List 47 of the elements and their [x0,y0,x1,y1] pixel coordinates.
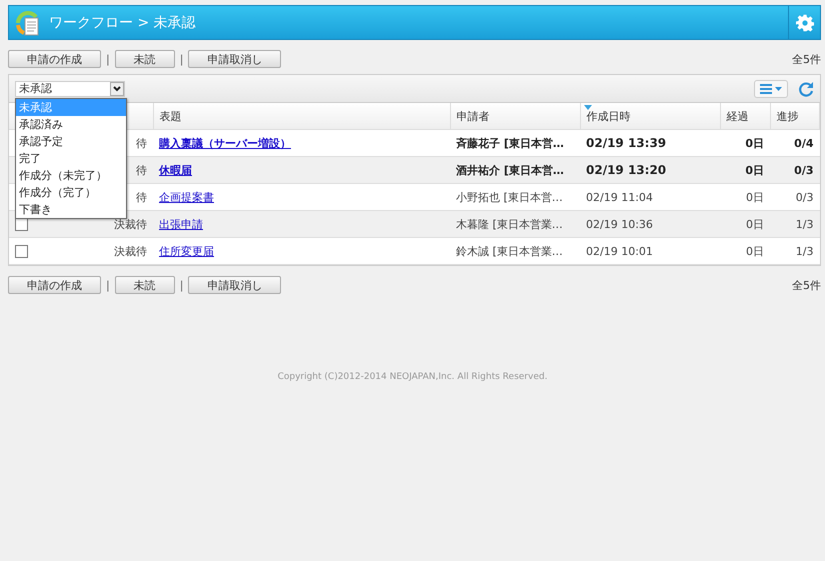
dropdown-option[interactable]: 承認予定 [16,133,126,150]
column-header[interactable]: 進捗 [770,103,820,130]
action-button[interactable]: 未読 [114,50,175,68]
settings-icon [796,14,814,32]
dropdown-option[interactable]: 承認済み [16,116,126,133]
dropdown-option[interactable]: 作成分（完了） [16,184,126,201]
separator: | [106,278,110,292]
action-button[interactable]: 申請取消し [188,276,282,294]
status-cell: 決裁待 [114,218,147,230]
caret-icon [775,86,782,90]
row-checkbox[interactable] [15,244,28,258]
list-icon [760,84,772,94]
status-cell: 待 [136,164,147,176]
column-header[interactable]: 作成日時 [580,103,720,130]
status-cell: 待 [136,136,147,150]
column-header[interactable]: 申請者 [450,103,580,130]
total-count: 全5件 [792,52,821,66]
dropdown-option[interactable]: 下書き [16,201,126,218]
separator: | [180,278,184,292]
status-cell: 待 [136,190,147,204]
title-link[interactable]: 出張申請 [159,218,203,230]
column-header[interactable]: 経過 [720,103,770,130]
workflow-logo-icon [15,8,41,36]
copyright-text: Copyright (C)2012-2014 NEOJAPAN,Inc. All Rights Reserved. [278,372,548,382]
dropdown-option[interactable]: 完了 [16,150,126,167]
dropdown-option[interactable]: 作成分（未完了） [16,167,126,184]
column-header[interactable]: 表題 [153,103,450,130]
total-count: 全5件 [792,278,821,292]
action-button[interactable]: 申請取消し [188,50,282,68]
progress-cell: 1/3 [770,238,820,264]
separator: | [180,52,184,66]
status-cell: 決裁待 [114,244,147,258]
title-link[interactable]: 企画提案書 [159,190,214,204]
view-menu-button[interactable] [754,80,788,98]
title-link[interactable]: 住所変更届 [159,244,214,258]
title-link[interactable]: 購入稟議（サーバー増設） [159,136,291,150]
title-link[interactable]: 休暇届 [159,164,192,176]
action-button[interactable]: 申請の作成 [8,276,101,294]
action-button[interactable]: 未読 [114,276,175,294]
action-button[interactable]: 申請の作成 [8,50,101,68]
applicant-cell: 鈴木誠 [東日本営業… [450,238,580,264]
breadcrumb: ワークフロー > 未承認 [49,14,197,32]
date-cell: 02/19 10:01 [580,238,720,264]
elapsed-cell: 0日 [720,238,770,264]
separator: | [106,52,110,66]
chevron-down-icon [113,86,121,92]
filter-select[interactable]: 未承認 [15,80,125,96]
